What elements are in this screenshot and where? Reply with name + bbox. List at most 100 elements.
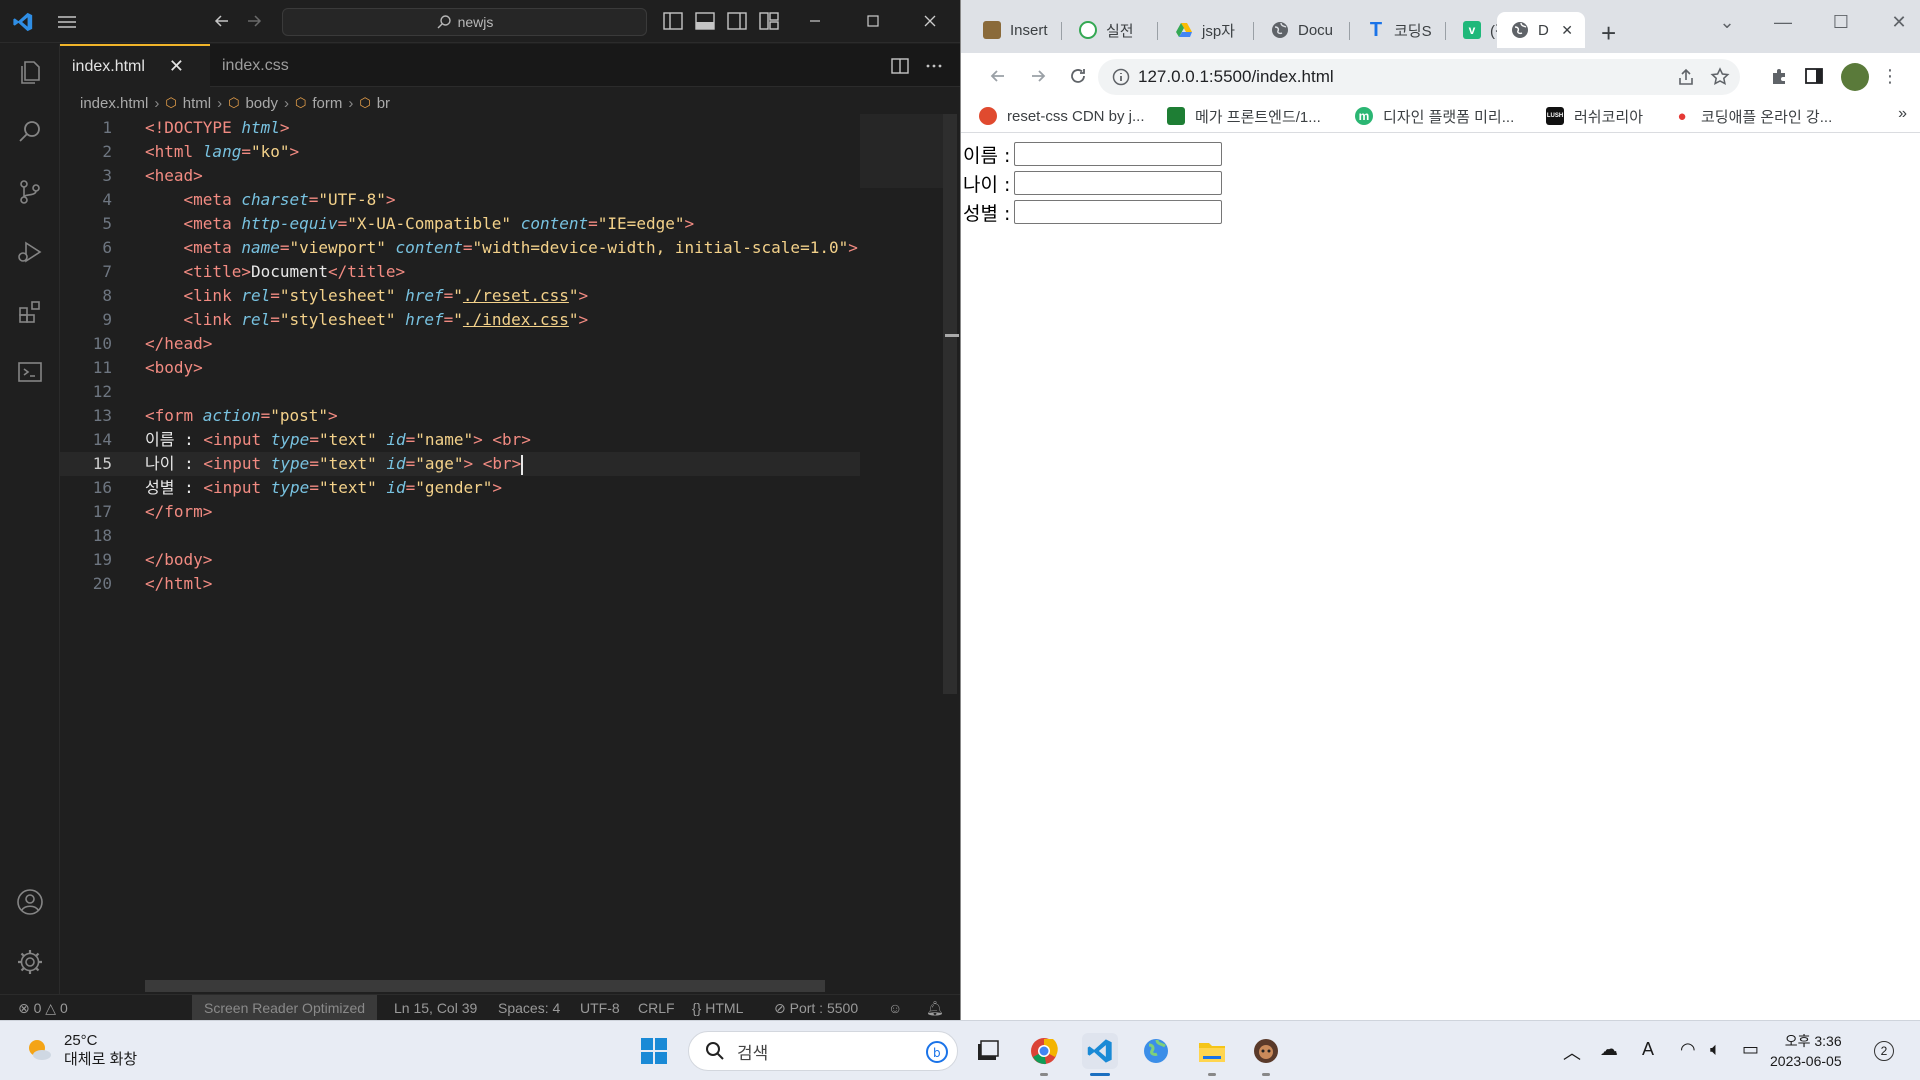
- browser-tab[interactable]: 실전: [1065, 12, 1157, 48]
- maximize-icon[interactable]: ☐: [1827, 10, 1855, 34]
- wifi-icon[interactable]: ◠: [1680, 1039, 1696, 1060]
- onedrive-cloud-icon[interactable]: ☁: [1600, 1039, 1618, 1060]
- code-line[interactable]: 16 성별 : <input type="text" id="gender">: [60, 476, 860, 500]
- command-center-search[interactable]: newjs: [282, 8, 647, 36]
- breadcrumb-form[interactable]: form: [312, 95, 342, 112]
- split-editor-icon[interactable]: [890, 56, 910, 76]
- file-explorer-button[interactable]: [1194, 1033, 1230, 1069]
- toggle-primary-sidebar-icon[interactable]: [662, 11, 684, 31]
- chrome-menu-icon[interactable]: ⋮: [1879, 65, 1901, 87]
- customize-layout-icon[interactable]: [758, 11, 780, 31]
- new-tab-button[interactable]: +: [1601, 18, 1616, 49]
- line-ending[interactable]: CRLF: [638, 995, 675, 1021]
- extensions-button[interactable]: [12, 294, 48, 330]
- manage-button[interactable]: [12, 944, 48, 980]
- indentation[interactable]: Spaces: 4: [498, 995, 560, 1021]
- code-line[interactable]: 18: [60, 524, 860, 548]
- minimap[interactable]: [860, 114, 943, 188]
- close-tab-icon[interactable]: ✕: [169, 56, 184, 77]
- bookmark-star-icon[interactable]: [1710, 67, 1730, 87]
- extensions-puzzle-icon[interactable]: [1769, 65, 1791, 87]
- code-line[interactable]: 1 <!DOCTYPE html>: [60, 116, 860, 140]
- minimize-icon[interactable]: —: [1769, 10, 1797, 34]
- toggle-panel-icon[interactable]: [694, 11, 716, 31]
- bookmark-item[interactable]: reset-css CDN by j...: [979, 105, 1145, 127]
- search-button[interactable]: [12, 114, 48, 150]
- show-hidden-icons-chevron-icon[interactable]: ︿: [1563, 1039, 1581, 1065]
- hamburger-menu-icon[interactable]: [56, 12, 78, 32]
- code-line[interactable]: 7 <title>Document</title>: [60, 260, 860, 284]
- tab-index-html[interactable]: index.html ✕: [60, 44, 210, 87]
- ime-icon[interactable]: A: [1642, 1039, 1654, 1060]
- code-line[interactable]: 19 </body>: [60, 548, 860, 572]
- reload-icon[interactable]: [1067, 65, 1089, 87]
- source-control-button[interactable]: [12, 174, 48, 210]
- taskbar-search[interactable]: 검색 b: [688, 1031, 958, 1071]
- breadcrumb-br[interactable]: br: [377, 95, 390, 112]
- gender-input[interactable]: [1014, 200, 1223, 224]
- code-line[interactable]: 14 이름 : <input type="text" id="name"> <br…: [60, 428, 860, 452]
- start-button[interactable]: [636, 1033, 672, 1069]
- breadcrumb-file[interactable]: index.html: [80, 95, 148, 112]
- notifications-bell-icon[interactable]: 🔔︎: [926, 995, 944, 1021]
- more-bookmarks-icon[interactable]: »: [1898, 105, 1907, 123]
- code-line[interactable]: 3 <head>: [60, 164, 860, 188]
- code-line[interactable]: 2 <html lang="ko">: [60, 140, 860, 164]
- feedback-icon[interactable]: ☺: [888, 995, 902, 1021]
- browser-tab[interactable]: Insert: [969, 12, 1061, 48]
- profile-avatar[interactable]: [1841, 63, 1869, 91]
- close-icon[interactable]: ✕: [1885, 10, 1913, 34]
- forward-arrow-icon[interactable]: [244, 11, 264, 31]
- name-input[interactable]: [1014, 142, 1223, 166]
- live-server-port[interactable]: ⊘ Port : 5500: [774, 995, 858, 1021]
- notification-count-badge[interactable]: 2: [1874, 1041, 1894, 1061]
- tab-search-icon[interactable]: ⌄: [1713, 10, 1741, 34]
- back-arrow-icon[interactable]: [212, 11, 232, 31]
- age-input[interactable]: [1014, 171, 1223, 195]
- code-line[interactable]: 15 나이 : <input type="text" id="age"> <br>: [60, 452, 860, 476]
- bookmark-item[interactable]: LUSH 러쉬코리아: [1546, 105, 1643, 127]
- code-line[interactable]: 8 <link rel="stylesheet" href="./reset.c…: [60, 284, 860, 308]
- code-line[interactable]: 10 </head>: [60, 332, 860, 356]
- volume-muted-icon[interactable]: 🔈︎: [1710, 1039, 1721, 1060]
- run-debug-button[interactable]: [12, 234, 48, 270]
- weather-app-button[interactable]: [1138, 1033, 1174, 1069]
- browser-tab[interactable]: jsp자: [1161, 12, 1253, 48]
- horizontal-scrollbar[interactable]: [145, 980, 825, 992]
- weather-widget[interactable]: 25°C 대체로 화창: [24, 1031, 137, 1069]
- close-button[interactable]: [915, 8, 945, 34]
- code-line[interactable]: 20 </html>: [60, 572, 860, 596]
- system-clock[interactable]: 오후 3:36 2023-06-05: [1770, 1031, 1842, 1071]
- bookmark-item[interactable]: ● 코딩애플 온라인 강...: [1673, 105, 1832, 127]
- app-taskbar-button[interactable]: [1248, 1033, 1284, 1069]
- close-tab-icon[interactable]: ✕: [1561, 22, 1573, 39]
- side-panel-icon[interactable]: [1803, 65, 1825, 87]
- battery-icon[interactable]: ▭: [1742, 1039, 1759, 1060]
- forward-arrow-icon[interactable]: [1027, 65, 1049, 87]
- bookmark-item[interactable]: m 디자인 플랫폼 미리...: [1355, 105, 1514, 127]
- browser-tab[interactable]: T 코딩S: [1353, 12, 1445, 48]
- remote-explorer-button[interactable]: [12, 354, 48, 390]
- site-info-icon[interactable]: [1112, 68, 1130, 86]
- minimize-button[interactable]: [800, 8, 830, 34]
- more-actions-icon[interactable]: [924, 56, 944, 76]
- vertical-scrollbar[interactable]: [943, 114, 957, 694]
- breadcrumb-body[interactable]: body: [245, 95, 278, 112]
- language-mode[interactable]: {} HTML: [692, 995, 743, 1021]
- code-editor[interactable]: 1 <!DOCTYPE html> 2 <html lang="ko"> 3 <head>…: [60, 114, 960, 992]
- breadcrumb-html[interactable]: html: [183, 95, 211, 112]
- bookmark-item[interactable]: 메가 프론트엔드/1...: [1167, 105, 1321, 127]
- tab-index-css[interactable]: index.css: [210, 44, 330, 87]
- code-line[interactable]: 9 <link rel="stylesheet" href="./index.c…: [60, 308, 860, 332]
- browser-tab-active[interactable]: D ✕: [1497, 12, 1585, 48]
- encoding[interactable]: UTF-8: [580, 995, 620, 1021]
- vscode-taskbar-button[interactable]: [1082, 1033, 1118, 1069]
- explorer-button[interactable]: [12, 54, 48, 90]
- accounts-button[interactable]: [12, 884, 48, 920]
- code-line[interactable]: 17 </form>: [60, 500, 860, 524]
- code-line[interactable]: 11 <body>: [60, 356, 860, 380]
- code-line[interactable]: 5 <meta http-equiv="X-UA-Compatible" con…: [60, 212, 860, 236]
- maximize-button[interactable]: [858, 8, 888, 34]
- code-line[interactable]: 4 <meta charset="UTF-8">: [60, 188, 860, 212]
- cursor-position[interactable]: Ln 15, Col 39: [394, 995, 477, 1021]
